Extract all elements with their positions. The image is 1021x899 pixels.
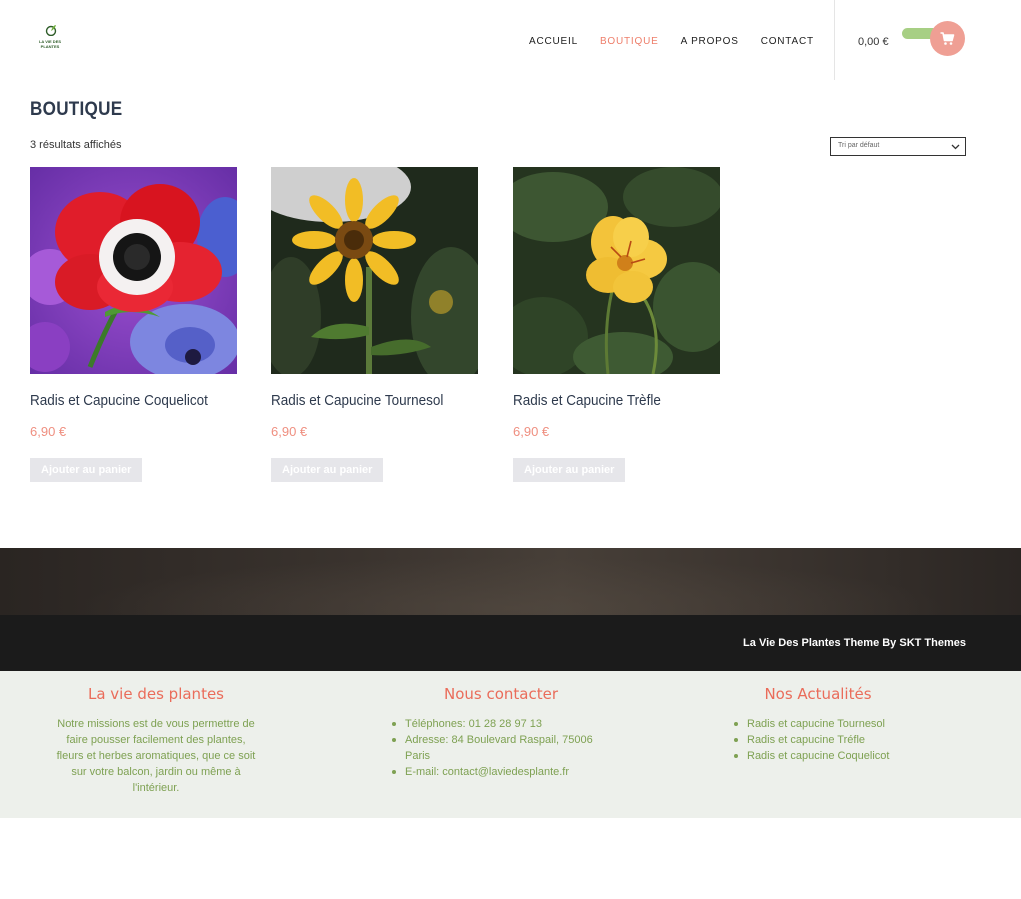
product-name[interactable]: Radis et Capucine Tournesol bbox=[271, 392, 443, 409]
news-item[interactable]: Radis et capucine Coquelicot bbox=[733, 748, 933, 764]
product-name[interactable]: Radis et Capucine Trèfle bbox=[513, 392, 661, 409]
about-line: sur votre balcon, jardin ou même à bbox=[71, 766, 241, 778]
footer-about-title: La vie des plantes bbox=[87, 685, 224, 703]
leaf-logo-icon bbox=[45, 25, 57, 36]
results-count: 3 résultats affichés bbox=[30, 139, 122, 151]
contact-email-text: E-mail: contact@laviedesplante.fr bbox=[405, 766, 570, 778]
product-name[interactable]: Radis et Capucine Coquelicot bbox=[30, 392, 208, 409]
nav-a-propos[interactable]: A PROPOS bbox=[681, 36, 739, 47]
news-item[interactable]: Radis et capucine Tournesol bbox=[733, 716, 933, 732]
nav-boutique[interactable]: BOUTIQUE bbox=[600, 36, 659, 47]
about-line: faire pousser facilement des plantes, bbox=[66, 734, 246, 746]
footer-about: La vie des plantes Notre missions est de… bbox=[45, 685, 267, 796]
nav-accueil[interactable]: ACCUEIL bbox=[529, 36, 578, 47]
site-header: LA VIE DES PLANTES ACCUEIL BOUTIQUE A PR… bbox=[0, 0, 1021, 80]
shopping-cart-icon bbox=[940, 31, 955, 45]
sort-selected-value: Tri par défaut bbox=[838, 142, 880, 149]
header-divider bbox=[834, 0, 835, 80]
logo-text: LA VIE DES PLANTES bbox=[38, 39, 62, 49]
product-image-anemone[interactable] bbox=[30, 167, 237, 374]
contact-email[interactable]: E-mail: contact@laviedesplante.fr bbox=[391, 764, 621, 780]
contact-address-line: Paris bbox=[405, 750, 431, 762]
product-image-sunflower[interactable] bbox=[271, 167, 478, 374]
footer-news: Nos Actualités Radis et capucine Tournes… bbox=[733, 685, 933, 764]
footer-banner-image bbox=[0, 548, 1021, 615]
footer-about-text: Notre missions est de vous permettre de … bbox=[45, 716, 267, 796]
product-card: Radis et Capucine Tournesol 6,90 € Ajout… bbox=[271, 167, 478, 482]
product-card: Radis et Capucine Trèfle 6,90 € Ajouter … bbox=[513, 167, 720, 482]
site-logo[interactable]: LA VIE DES PLANTES bbox=[36, 24, 64, 54]
cart-total[interactable]: 0,00 € bbox=[858, 36, 889, 48]
product-price: 6,90 € bbox=[513, 424, 550, 439]
add-to-cart-button[interactable]: Ajouter au panier bbox=[513, 458, 626, 482]
news-item[interactable]: Radis et capucine Tréfle bbox=[733, 732, 933, 748]
footer-contact: Nous contacter Téléphones: 01 28 28 97 1… bbox=[391, 685, 621, 780]
site-footer: La vie des plantes Notre missions est de… bbox=[0, 671, 1021, 818]
sort-select[interactable]: Tri par défaut bbox=[830, 137, 966, 156]
add-to-cart-button[interactable]: Ajouter au panier bbox=[271, 458, 384, 482]
theme-credit[interactable]: La Vie Des Plantes Theme By SKT Themes bbox=[743, 637, 966, 649]
main-nav: ACCUEIL BOUTIQUE A PROPOS CONTACT bbox=[529, 36, 836, 47]
nav-contact[interactable]: CONTACT bbox=[761, 36, 814, 47]
contact-address-line: Adresse: 84 Boulevard Raspail, 75006 bbox=[405, 734, 593, 746]
add-to-cart-button[interactable]: Ajouter au panier bbox=[30, 458, 143, 482]
footer-news-title: Nos Actualités bbox=[764, 685, 872, 703]
contact-phone: Téléphones: 01 28 28 97 13 bbox=[391, 716, 621, 732]
footer-contact-title: Nous contacter bbox=[443, 685, 559, 703]
credit-bar: La Vie Des Plantes Theme By SKT Themes bbox=[0, 615, 1021, 671]
product-price: 6,90 € bbox=[30, 424, 67, 439]
product-image-nasturtium[interactable] bbox=[513, 167, 720, 374]
chevron-down-icon bbox=[951, 144, 960, 150]
contact-phone-text: Téléphones: 01 28 28 97 13 bbox=[405, 718, 543, 730]
contact-list: Téléphones: 01 28 28 97 13 Adresse: 84 B… bbox=[391, 716, 621, 780]
news-list: Radis et capucine Tournesol Radis et cap… bbox=[733, 716, 933, 764]
about-line: l'intérieur. bbox=[132, 782, 180, 794]
banner-overlay bbox=[0, 548, 1021, 615]
about-line: fleurs et herbes aromatiques, que ce soi… bbox=[56, 750, 256, 762]
about-line: Notre missions est de vous permettre de bbox=[57, 718, 255, 730]
product-price: 6,90 € bbox=[271, 424, 308, 439]
product-card: Radis et Capucine Coquelicot 6,90 € Ajou… bbox=[30, 167, 237, 482]
page-title: BOUTIQUE bbox=[30, 99, 123, 120]
contact-address: Adresse: 84 Boulevard Raspail, 75006 Pari… bbox=[391, 732, 621, 764]
cart-button[interactable] bbox=[930, 21, 965, 56]
